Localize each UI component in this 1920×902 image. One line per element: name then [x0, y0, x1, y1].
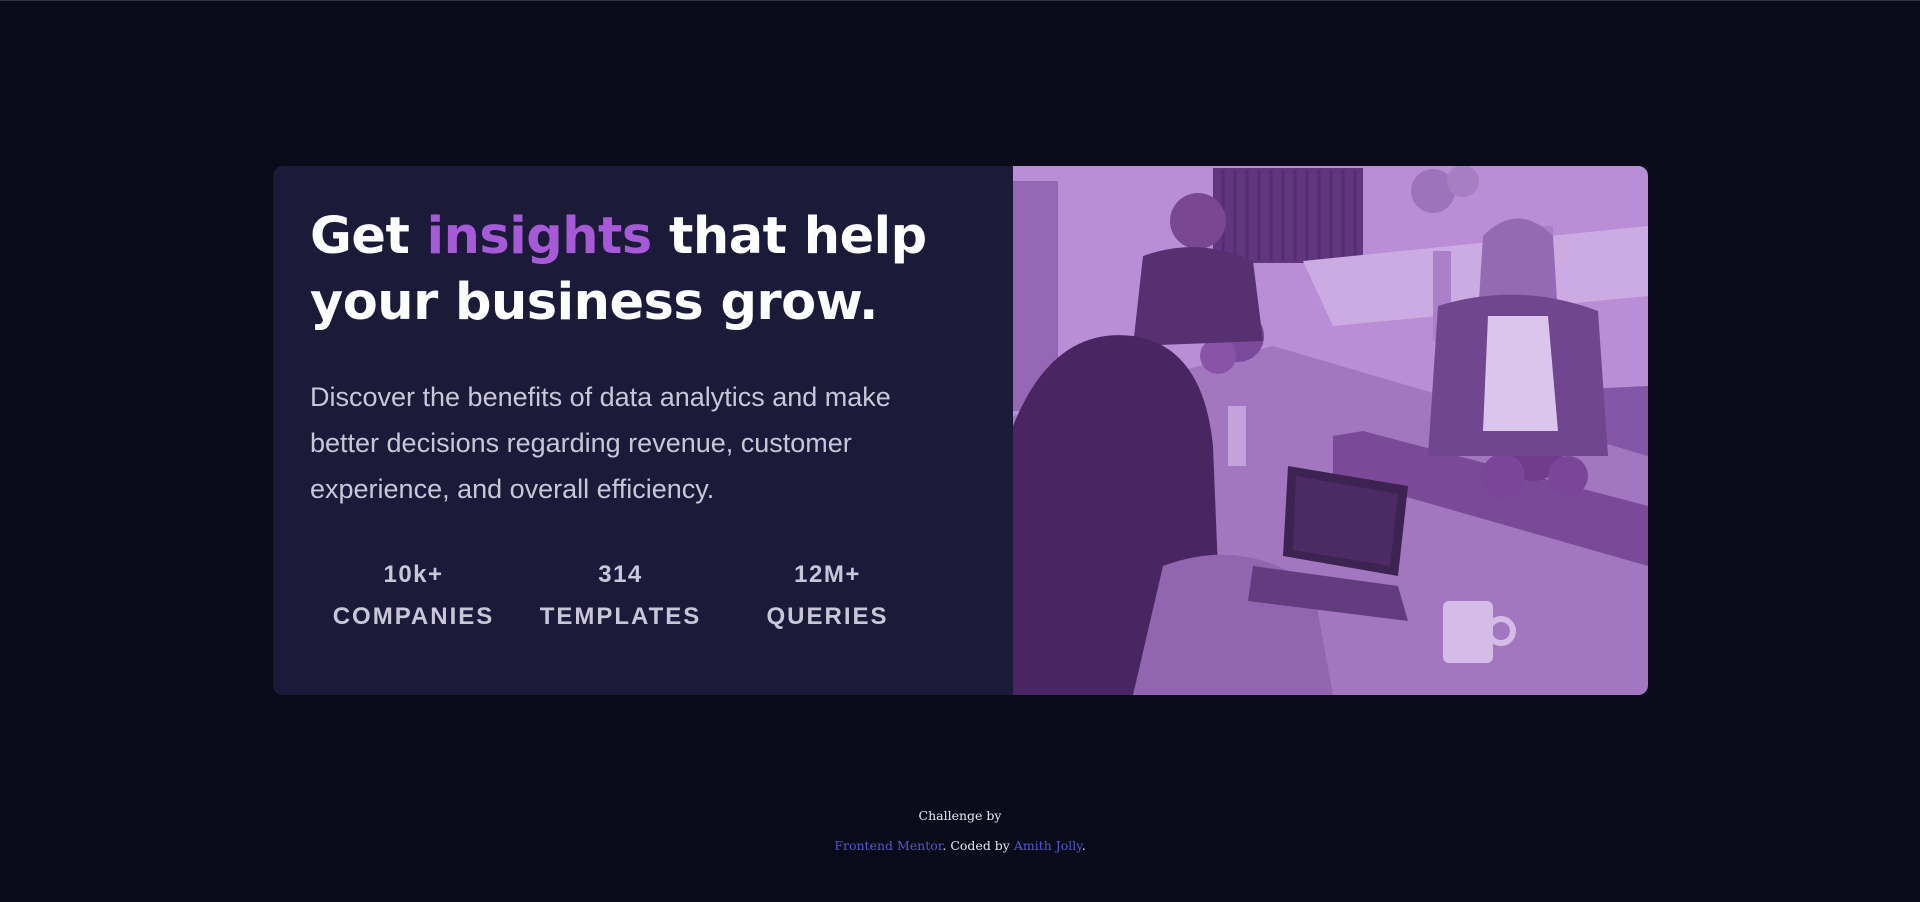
stat-label: QUERIES [766, 603, 889, 630]
headline-before: Get [310, 207, 427, 266]
stat-value: 314 [598, 561, 643, 588]
description: Discover the benefits of data analytics … [310, 382, 891, 504]
attribution-line2: Frontend Mentor. Coded by Amith Jolly. [0, 831, 1920, 861]
stat-companies: 10k+ COMPANIES [310, 561, 517, 631]
card-content: Get insights that help your business gro… [273, 166, 1013, 695]
stat-label: COMPANIES [332, 603, 495, 630]
stat-value: 12M+ [794, 561, 861, 588]
stat-value: 10k+ [383, 561, 444, 588]
stat-label: TEMPLATES [539, 603, 702, 630]
coded-by-text: . Coded by [942, 838, 1014, 853]
end-period: . [1081, 838, 1086, 853]
office-photo-image [1013, 166, 1648, 695]
author-link[interactable]: Amith Jolly [1014, 838, 1082, 853]
stat-templates: 314 TEMPLATES [517, 561, 724, 631]
headline-accent: insights [426, 207, 653, 266]
headline: Get insights that help your business gro… [310, 204, 977, 336]
office-photo-illustration [1013, 166, 1648, 695]
stats-list: 10k+ COMPANIES 314 TEMPLATES 12M+ QUERIE… [310, 561, 940, 631]
attribution-line1: Challenge by [918, 808, 1002, 823]
stats-preview-card: Get insights that help your business gro… [273, 166, 1648, 695]
tint-overlay [1013, 166, 1648, 695]
attribution-footer: Challenge by Frontend Mentor. Coded by A… [0, 801, 1920, 861]
frontend-mentor-link[interactable]: Frontend Mentor [834, 838, 942, 853]
stat-queries: 12M+ QUERIES [724, 561, 931, 631]
